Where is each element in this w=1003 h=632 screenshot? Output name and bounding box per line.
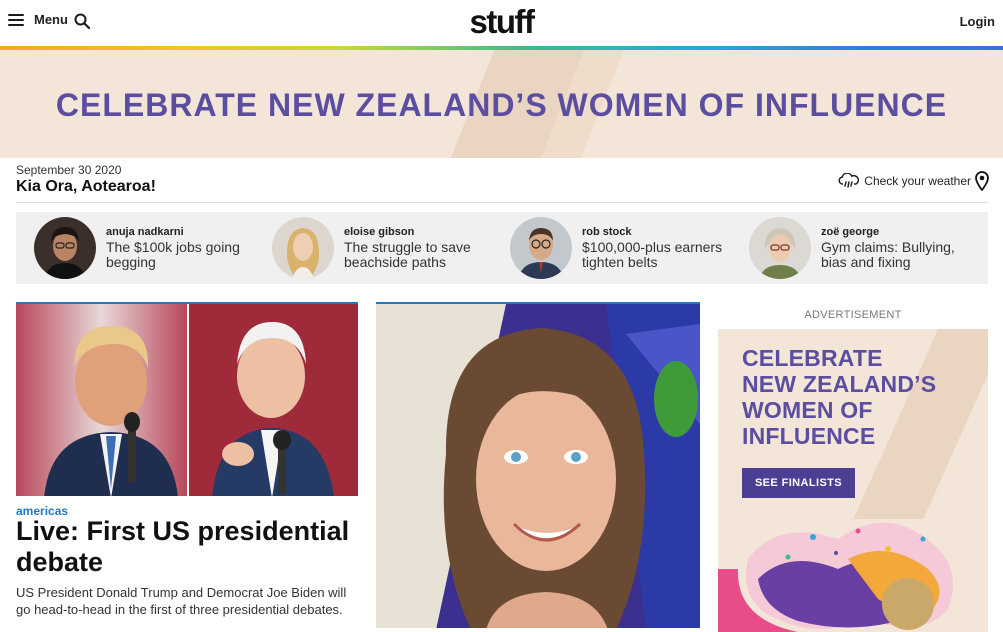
opinion-item[interactable]: zoë george Gym claims: Bullying, bias an…: [749, 212, 979, 284]
opinion-item[interactable]: anuja nadkarni The $100k jobs going begg…: [34, 212, 264, 284]
sidebar-ad[interactable]: CELEBRATE NEW ZEALAND’S WOMEN OF INFLUEN…: [718, 329, 988, 632]
opinion-author: zoë george: [821, 226, 880, 238]
site-header: Menu stuff Login: [0, 0, 1003, 46]
opinion-strip: anuja nadkarni The $100k jobs going begg…: [16, 212, 988, 284]
weather-label: Check your weather: [864, 174, 971, 188]
avatar: [749, 217, 811, 279]
banner-headline: CELEBRATE NEW ZEALAND’S WOMEN OF INFLUEN…: [55, 87, 948, 123]
opinion-author: eloise gibson: [344, 226, 415, 238]
location-pin-icon: [975, 171, 989, 191]
hamburger-icon: [8, 13, 24, 26]
menu-label: Menu: [34, 12, 68, 27]
ad-headline-line: NEW ZEALAND’S: [742, 371, 937, 397]
story-headline[interactable]: Live: First US presidential debate: [16, 516, 358, 578]
opinion-title: Gym claims: Bullying, bias and fixing: [821, 239, 955, 270]
opinion-title: The $100k jobs going begging: [106, 239, 240, 270]
debate-photo[interactable]: [16, 302, 358, 496]
feature-story-photo[interactable]: [376, 302, 700, 628]
login-link[interactable]: Login: [960, 14, 995, 29]
opinion-author: rob stock: [582, 226, 632, 238]
section-divider: [16, 202, 988, 203]
opinion-title: The struggle to save beachside paths: [344, 239, 471, 270]
top-banner-ad[interactable]: CELEBRATE NEW ZEALAND’S WOMEN OF INFLUEN…: [0, 50, 1003, 158]
avatar: [272, 217, 334, 279]
weather-link[interactable]: Check your weather: [838, 171, 989, 191]
see-finalists-button[interactable]: SEE FINALISTS: [742, 468, 855, 498]
ad-headline-line: CELEBRATE: [742, 345, 883, 371]
cloud-rain-icon: [838, 173, 860, 188]
story-summary: US President Donald Trump and Democrat J…: [16, 585, 347, 617]
ad-headline-line: WOMEN OF: [742, 397, 873, 423]
avatar: [510, 217, 572, 279]
ad-decorative-art: [718, 522, 953, 632]
opinion-author: anuja nadkarni: [106, 226, 184, 238]
opinion-title: $100,000-plus earners tighten belts: [582, 239, 723, 270]
avatar: [34, 217, 96, 279]
greeting: Kia Ora, Aotearoa!: [16, 178, 156, 195]
advertisement-label: ADVERTISEMENT: [804, 309, 902, 321]
search-icon[interactable]: [74, 13, 90, 29]
opinion-item[interactable]: eloise gibson The struggle to save beach…: [272, 212, 502, 284]
opinion-item[interactable]: rob stock $100,000-plus earners tighten …: [510, 212, 740, 284]
menu-button[interactable]: Menu: [8, 12, 68, 27]
current-date: September 30 2020: [16, 163, 122, 177]
stuff-logo[interactable]: stuff: [0, 2, 1003, 42]
ad-headline-line: INFLUENCE: [742, 423, 876, 449]
